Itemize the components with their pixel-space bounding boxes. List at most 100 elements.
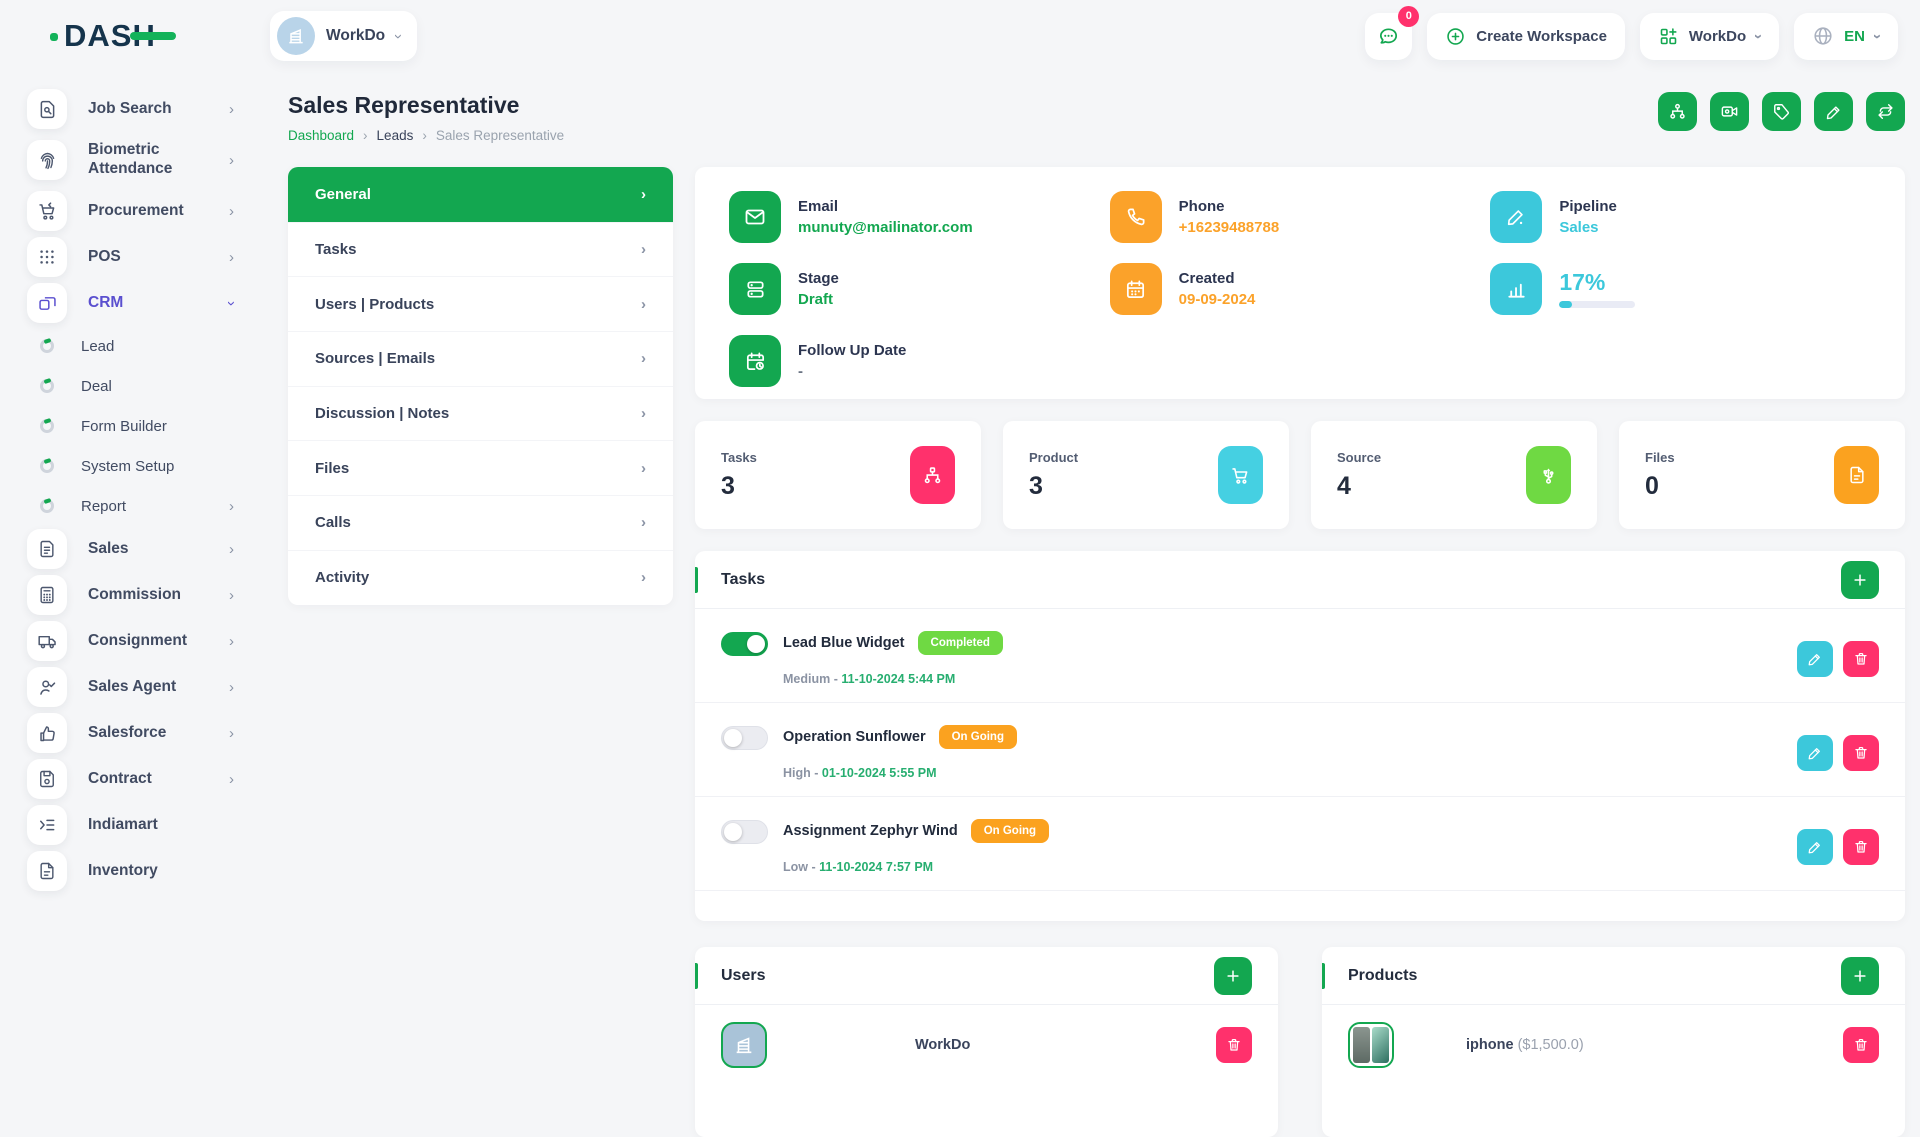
- chevron-right-icon: [229, 542, 234, 557]
- stat-card-source: Source 4: [1311, 421, 1597, 529]
- meeting-button[interactable]: [1710, 92, 1749, 131]
- chat-icon: [1377, 25, 1400, 48]
- lead-stage-button[interactable]: [1658, 92, 1697, 131]
- task-toggle[interactable]: [721, 726, 768, 750]
- sidebar-item-form-builder[interactable]: Form Builder: [27, 406, 272, 446]
- tab-tasks[interactable]: Tasks: [288, 222, 673, 277]
- breadcrumb-dashboard[interactable]: Dashboard: [288, 128, 354, 143]
- sidebar-item-consignment[interactable]: Consignment: [27, 618, 272, 664]
- tab-general[interactable]: General: [288, 167, 673, 222]
- stats-row: Tasks 3 Product 3 Source 4: [695, 421, 1905, 529]
- task-meta: High - 01-10-2024 5:55 PM: [783, 766, 1017, 780]
- globe-icon: [1812, 25, 1834, 47]
- lead-overview-column: Email munuty@mailinator.com Phone +16239…: [695, 167, 1905, 1137]
- workspace-name: WorkDo: [326, 27, 385, 45]
- user-avatar: [721, 1022, 767, 1068]
- detail-value-follow-up: -: [798, 363, 906, 380]
- sidebar-item-salesforce[interactable]: Salesforce: [27, 710, 272, 756]
- sidebar-item-procurement[interactable]: Procurement: [27, 188, 272, 234]
- sidebar-item-label: Consignment: [88, 632, 216, 651]
- labels-button[interactable]: [1762, 92, 1801, 131]
- edit-task-button[interactable]: [1797, 735, 1833, 771]
- sidebar-subitem-label: Deal: [81, 378, 112, 395]
- tab-files[interactable]: Files: [288, 440, 673, 495]
- edit-task-button[interactable]: [1797, 829, 1833, 865]
- tab-discussion-notes[interactable]: Discussion | Notes: [288, 386, 673, 441]
- convert-to-deal-button[interactable]: [1866, 92, 1905, 131]
- add-product-button[interactable]: [1841, 957, 1879, 995]
- task-row: Assignment Zephyr Wind On Going Low - 11…: [695, 797, 1905, 891]
- task-toggle[interactable]: [721, 632, 768, 656]
- breadcrumb-current: Sales Representative: [436, 128, 564, 143]
- stat-label: Tasks: [721, 450, 757, 465]
- chevron-down-icon: [1756, 29, 1761, 44]
- lead-details-card: Email munuty@mailinator.com Phone +16239…: [695, 167, 1905, 399]
- tab-users-products[interactable]: Users | Products: [288, 276, 673, 331]
- stage-icon: [729, 263, 781, 315]
- app-logo: DASH: [0, 18, 270, 54]
- sidebar-item-commission[interactable]: Commission: [27, 572, 272, 618]
- detail-value-email: munuty@mailinator.com: [798, 219, 973, 236]
- add-task-button[interactable]: [1841, 561, 1879, 599]
- thumbs-up-icon: [27, 713, 67, 753]
- chevron-right-icon: [641, 515, 646, 530]
- trash-icon: [1853, 745, 1869, 761]
- delete-task-button[interactable]: [1843, 735, 1879, 771]
- section-title: Products: [1348, 967, 1417, 985]
- workspace-switcher[interactable]: WorkDo: [1640, 13, 1779, 60]
- tab-label: Activity: [315, 569, 369, 586]
- sidebar-item-indiamart[interactable]: Indiamart: [27, 802, 272, 848]
- chevron-right-icon: [229, 153, 234, 168]
- stat-card-files: Files 0: [1619, 421, 1905, 529]
- sidebar-item-sales[interactable]: Sales: [27, 526, 272, 572]
- task-datetime: 11-10-2024 5:44 PM: [841, 672, 955, 686]
- sidebar-item-biometric-attendance[interactable]: Biometric Attendance: [27, 132, 272, 188]
- sidebar-item-lead[interactable]: Lead: [27, 326, 272, 366]
- lead-progress-bar: [1559, 301, 1635, 308]
- task-name: Lead Blue Widget: [783, 635, 905, 651]
- workspace-pill[interactable]: WorkDo: [270, 11, 417, 61]
- sidebar-item-deal[interactable]: Deal: [27, 366, 272, 406]
- delete-task-button[interactable]: [1843, 641, 1879, 677]
- sidebar-item-pos[interactable]: POS: [27, 234, 272, 280]
- chevron-right-icon: [229, 772, 234, 787]
- edit-task-button[interactable]: [1797, 641, 1833, 677]
- tab-sources-emails[interactable]: Sources | Emails: [288, 331, 673, 386]
- user-check-icon: [27, 667, 67, 707]
- sidebar-item-crm[interactable]: CRM: [27, 280, 272, 326]
- detail-label: Email: [798, 198, 973, 215]
- sidebar: Job Search Biometric Attendance Procurem…: [0, 86, 272, 894]
- sidebar-item-label: Salesforce: [88, 724, 216, 743]
- breadcrumb-leads[interactable]: Leads: [377, 128, 414, 143]
- sidebar-subitem-label: Form Builder: [81, 418, 167, 435]
- floppy-icon: [27, 759, 67, 799]
- invoice-icon: [27, 529, 67, 569]
- add-user-button[interactable]: [1214, 957, 1252, 995]
- chevron-down-icon: [229, 296, 234, 311]
- task-toggle[interactable]: [721, 820, 768, 844]
- tab-label: General: [315, 186, 371, 203]
- sidebar-item-report[interactable]: Report: [27, 486, 272, 526]
- fingerprint-icon: [27, 140, 67, 180]
- create-workspace-button[interactable]: Create Workspace: [1427, 13, 1625, 60]
- trash-icon: [1226, 1037, 1242, 1053]
- indent-icon: [27, 805, 67, 845]
- tab-activity[interactable]: Activity: [288, 550, 673, 605]
- chevron-right-icon: [229, 499, 234, 514]
- sidebar-item-contract[interactable]: Contract: [27, 756, 272, 802]
- delete-task-button[interactable]: [1843, 829, 1879, 865]
- tab-calls[interactable]: Calls: [288, 495, 673, 550]
- sidebar-item-inventory[interactable]: Inventory: [27, 848, 272, 894]
- detail-pipeline: Pipeline Sales: [1490, 191, 1871, 243]
- messages-button[interactable]: 0: [1365, 13, 1412, 60]
- delete-product-button[interactable]: [1843, 1027, 1879, 1063]
- chevron-down-icon: [1875, 29, 1880, 44]
- users-section: Users WorkDo: [695, 947, 1278, 1137]
- language-selector[interactable]: EN: [1794, 13, 1898, 60]
- delete-user-button[interactable]: [1216, 1027, 1252, 1063]
- sidebar-item-system-setup[interactable]: System Setup: [27, 446, 272, 486]
- sidebar-item-job-search[interactable]: Job Search: [27, 86, 272, 132]
- edit-lead-button[interactable]: [1814, 92, 1853, 131]
- usb-icon: [1526, 446, 1571, 504]
- sidebar-item-sales-agent[interactable]: Sales Agent: [27, 664, 272, 710]
